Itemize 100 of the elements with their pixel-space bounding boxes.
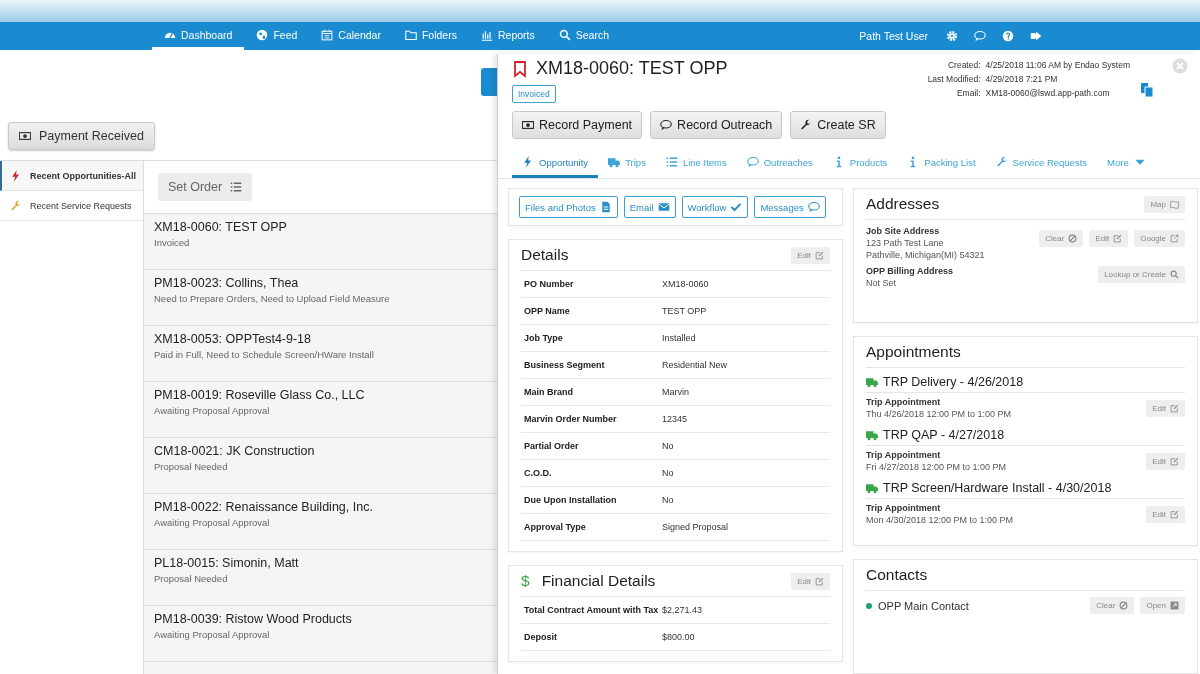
truck-icon <box>608 156 621 168</box>
appointment-type: Trip Appointment <box>866 503 942 513</box>
open-icon <box>1170 601 1179 610</box>
edit-button[interactable]: Edit <box>791 572 830 590</box>
money-icon <box>19 130 31 142</box>
quick-link-button[interactable]: Workflow <box>681 196 749 218</box>
item-status: Paid in Full, Need to Schedule Screen/HWare Install <box>154 349 375 360</box>
nav-tab[interactable]: Search <box>546 22 621 50</box>
appointment-time: Mon 4/30/2018 12:00 PM to 1:00 PM <box>866 515 1014 525</box>
field-value: 12345 <box>662 414 688 424</box>
tab[interactable]: Service Requests <box>985 149 1098 178</box>
mail-icon <box>657 201 670 213</box>
wrench-icon <box>10 199 22 212</box>
check-icon <box>730 201 743 213</box>
user-name[interactable]: Path Test User <box>859 30 928 42</box>
tab[interactable]: Trips <box>598 149 656 178</box>
tab[interactable]: Opportunity <box>512 149 599 178</box>
field-label: Approval Type <box>524 522 587 532</box>
action-button[interactable]: Record Outreach <box>650 111 783 139</box>
nav-tab[interactable]: Feed <box>244 22 310 50</box>
field-label: Total Contract Amount with Tax <box>524 605 660 615</box>
tab[interactable]: Outreaches <box>736 149 823 178</box>
field-value: No <box>662 495 674 505</box>
field-value: No <box>662 468 674 478</box>
action-button[interactable]: Create SR <box>790 111 886 139</box>
quick-link-button[interactable]: Messages <box>754 196 826 218</box>
tab[interactable]: Line Items <box>655 149 737 178</box>
lookup-button[interactable]: Lookup or Create <box>1098 266 1185 283</box>
appointment-title: TRP Screen/Hardware Install - 4/30/2018 <box>883 481 1112 495</box>
contact-button[interactable]: Clear <box>1090 597 1135 614</box>
field-value: $2,271.43 <box>662 605 703 615</box>
logout-icon <box>1030 30 1042 42</box>
payment-received-button[interactable]: Payment Received <box>8 122 155 150</box>
card-title: Appointments <box>866 343 961 361</box>
address-line: Pathville, Michigan(MI) 54321 <box>866 250 985 260</box>
edit-button[interactable]: Edit <box>1146 399 1185 417</box>
field-label: Partial Order <box>524 441 580 451</box>
search-icon <box>558 28 571 41</box>
set-order-button[interactable]: Set Order <box>158 173 253 201</box>
address-label: OPP Billing Address <box>866 266 954 276</box>
contact-button[interactable]: Open <box>1140 597 1185 614</box>
quick-link-button[interactable]: Email <box>623 196 676 218</box>
field-label: Main Brand <box>524 387 574 397</box>
address-button[interactable]: Google <box>1134 230 1185 247</box>
meta-label: Created: <box>946 60 981 70</box>
item-status: Invoiced <box>154 237 191 248</box>
close-icon <box>1172 58 1188 74</box>
field-label: Marvin Order Number <box>524 414 618 424</box>
appointment-title: TRP QAP - 4/27/2018 <box>883 428 1005 442</box>
nav-tab[interactable]: Dashboard <box>152 22 245 50</box>
nav-tab[interactable]: Reports <box>468 22 547 50</box>
edit-button[interactable]: Edit <box>791 246 830 264</box>
appointment-type: Trip Appointment <box>866 450 942 460</box>
settings-icon <box>946 30 958 42</box>
address-line: Not Set <box>866 278 897 288</box>
nav-tab[interactable]: Calendar <box>309 22 393 50</box>
dollar-icon: $ <box>521 572 530 590</box>
item-status: Proposal Needed <box>154 573 229 584</box>
address-button[interactable]: Edit <box>1089 230 1129 247</box>
item-title: CM18-0021: JK Construction <box>154 444 316 458</box>
field-value: $800.00 <box>662 632 695 642</box>
tab[interactable]: Packing List <box>897 149 986 178</box>
chat-icon <box>974 30 986 42</box>
chat-icon <box>746 156 759 168</box>
field-label: OPP Name <box>524 306 571 316</box>
tab[interactable]: Products <box>822 149 898 178</box>
clear-icon <box>1068 234 1078 243</box>
item-status: Awaiting Proposal Approval <box>154 405 271 416</box>
bookmark-icon <box>512 59 528 78</box>
sidebar-label: Recent Service Requests <box>30 200 132 211</box>
quick-link-button[interactable]: Files and Photos <box>519 196 618 218</box>
button[interactable] <box>481 68 497 96</box>
field-label: Due Upon Installation <box>524 495 618 505</box>
sidebar-label: Recent Opportunities-All <box>30 170 136 181</box>
card-title: $ Financial Details <box>521 572 656 590</box>
edit-button[interactable]: Edit <box>1146 505 1185 523</box>
help-icon <box>1002 30 1014 42</box>
truck-icon <box>866 429 878 441</box>
field-label: Deposit <box>524 632 558 642</box>
address-button[interactable]: Clear <box>1039 230 1084 247</box>
edit-button[interactable]: Edit <box>1146 452 1185 470</box>
sidebar-item[interactable]: Recent Opportunities-All <box>0 161 143 191</box>
money-icon <box>522 119 534 131</box>
bars-icon <box>480 28 493 41</box>
file-icon <box>599 201 612 213</box>
search-icon <box>1170 270 1179 279</box>
record-title: XM18-0060: TEST OPP <box>536 58 728 79</box>
tab[interactable]: More <box>1097 149 1156 178</box>
list-icon <box>230 181 243 193</box>
edit-icon <box>1170 403 1179 413</box>
nav-tab[interactable]: Folders <box>392 22 469 50</box>
field-label: C.O.D. <box>524 468 553 478</box>
action-button[interactable]: Record Payment <box>512 111 643 139</box>
appointment-title: TRP Delivery - 4/26/2018 <box>883 375 1024 389</box>
card-title: Contacts <box>866 566 928 584</box>
map-button[interactable]: Map <box>1144 195 1185 213</box>
copy-icon <box>1139 82 1155 98</box>
field-label: Business Segment <box>524 360 606 370</box>
meta-label: Email: <box>955 88 981 98</box>
field-value: Marvin <box>662 387 689 397</box>
